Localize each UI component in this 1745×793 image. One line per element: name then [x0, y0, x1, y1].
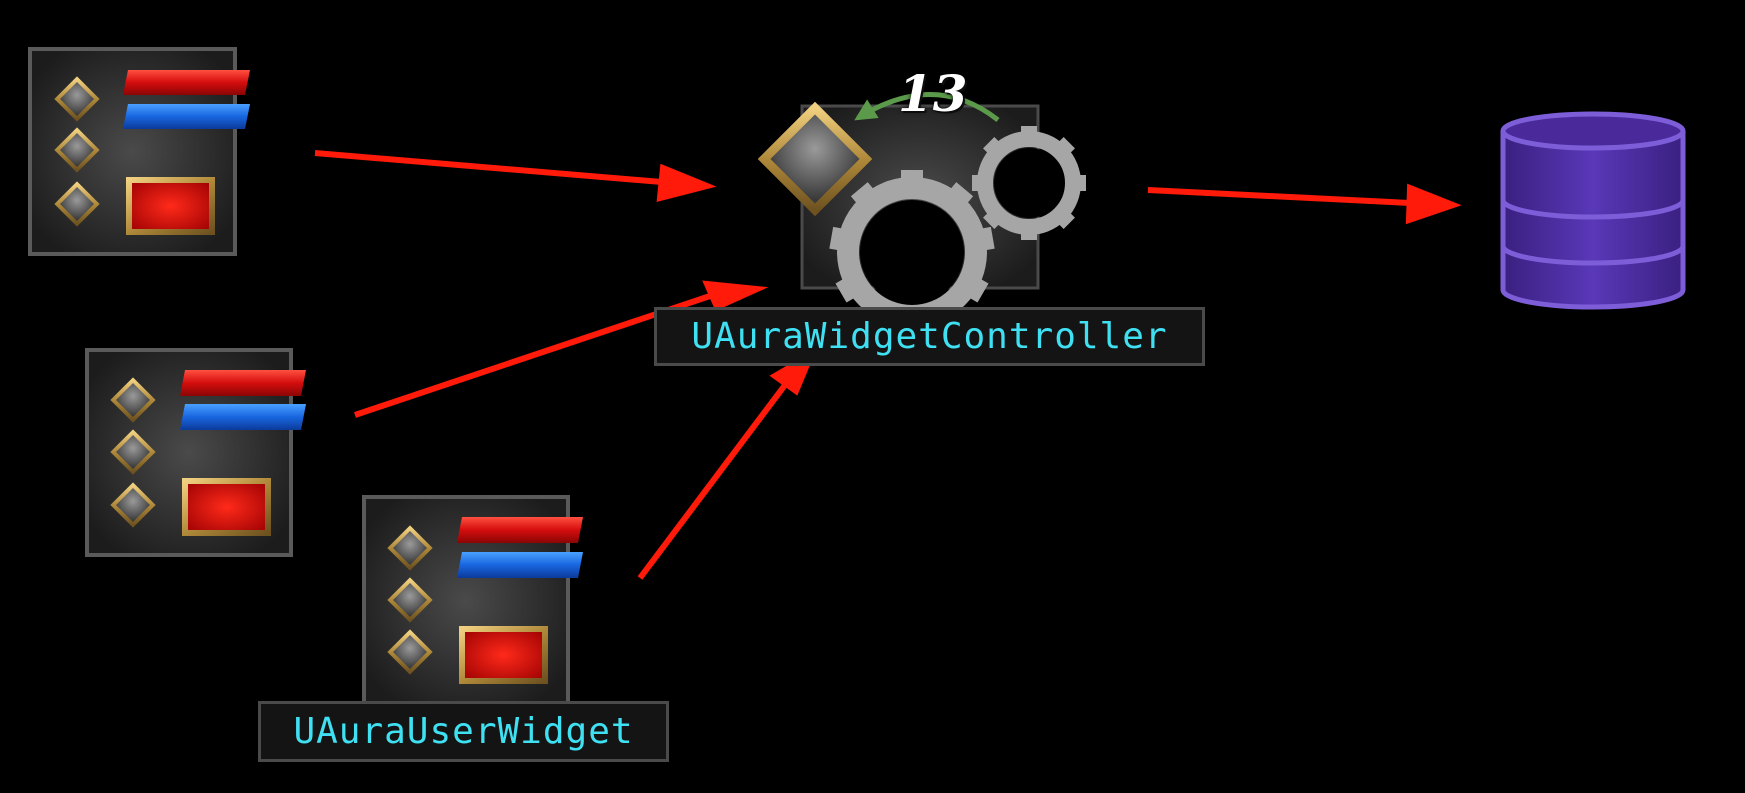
health-bar: [457, 517, 583, 543]
arrowhead: [656, 163, 717, 202]
widget-controller-graphic: [757, 92, 1086, 333]
arrow-controller-to-database: [1147, 187, 1411, 206]
user-widget-label: UAuraUserWidget: [258, 701, 669, 762]
mana-bar: [123, 104, 250, 129]
cycle-count-label: 13: [898, 64, 968, 123]
gear-icon: [972, 126, 1086, 240]
widget-panel-3: [362, 495, 583, 707]
widget-panel-1: [28, 47, 250, 256]
arrow-panel3-to-controller: [637, 383, 788, 580]
diagram-canvas: 13 UAuraWidgetController UAuraUserWidget: [0, 0, 1745, 793]
health-bar: [123, 70, 250, 95]
database-icon: [1500, 111, 1686, 310]
arrowhead: [1405, 183, 1462, 225]
action-button: [459, 626, 548, 684]
health-bar: [180, 370, 306, 396]
arrow-panel1-to-controller: [314, 150, 663, 185]
arrowhead: [702, 280, 769, 311]
diagram-svg: [28, 47, 1686, 707]
controller-label: UAuraWidgetController: [654, 307, 1205, 366]
action-button: [182, 478, 271, 536]
mana-bar: [457, 552, 583, 578]
widget-panel-2: [85, 348, 306, 557]
action-button: [126, 177, 215, 235]
mana-bar: [180, 404, 306, 430]
